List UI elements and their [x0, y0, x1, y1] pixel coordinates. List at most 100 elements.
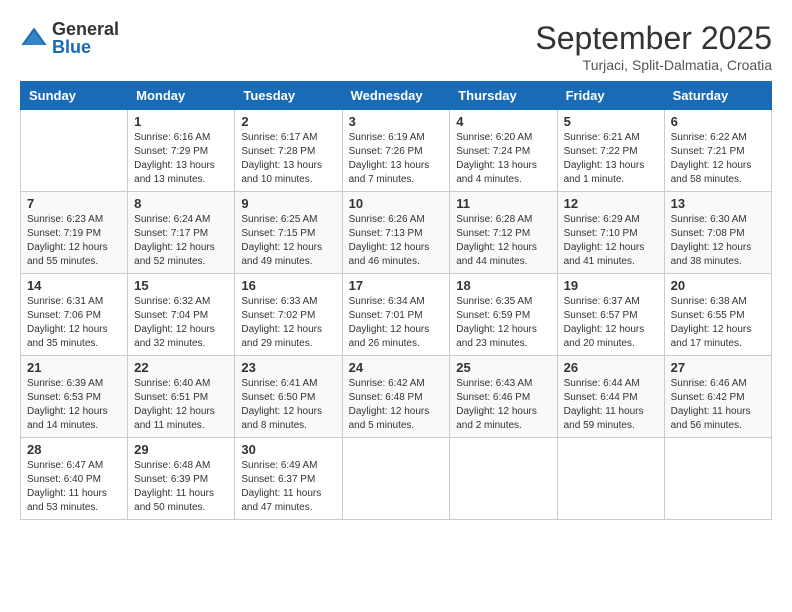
day-number: 26 [564, 360, 658, 375]
day-info: Sunrise: 6:41 AM Sunset: 6:50 PM Dayligh… [241, 377, 335, 433]
calendar-cell: 7 Sunrise: 6:23 AM Sunset: 7:19 PM Daylig… [21, 192, 128, 274]
logo-text-blue: Blue [52, 38, 119, 56]
day-info: Sunrise: 6:33 AM Sunset: 7:02 PM Dayligh… [241, 295, 335, 351]
calendar-cell: 1 Sunrise: 6:16 AM Sunset: 7:29 PM Daylig… [128, 110, 235, 192]
day-info: Sunrise: 6:29 AM Sunset: 7:10 PM Dayligh… [564, 213, 658, 269]
calendar-cell: 4Sunrise: 6:20 AM Sunset: 7:24 PM Daylig… [450, 110, 557, 192]
calendar-week-row: 14 Sunrise: 6:31 AM Sunset: 7:06 PM Dayli… [21, 274, 772, 356]
calendar-cell: 19 Sunrise: 6:37 AM Sunset: 6:57 PM Dayli… [557, 274, 664, 356]
day-number: 22 [134, 360, 228, 375]
day-number: 18 [456, 278, 550, 293]
calendar-week-row: 21Sunrise: 6:39 AM Sunset: 6:53 PM Dayli… [21, 356, 772, 438]
month-title: September 2025 [535, 20, 772, 57]
calendar-cell [342, 438, 450, 520]
day-number: 14 [27, 278, 121, 293]
header-day: Sunday [21, 82, 128, 110]
logo: General Blue [20, 20, 119, 56]
day-info: Sunrise: 6:44 AM Sunset: 6:44 PM Dayligh… [564, 377, 658, 433]
calendar-cell: 23 Sunrise: 6:41 AM Sunset: 6:50 PM Dayli… [235, 356, 342, 438]
day-number: 29 [134, 442, 228, 457]
calendar-cell: 21Sunrise: 6:39 AM Sunset: 6:53 PM Dayli… [21, 356, 128, 438]
calendar-cell: 8Sunrise: 6:24 AM Sunset: 7:17 PM Daylig… [128, 192, 235, 274]
day-number: 1 [134, 114, 228, 129]
day-info: Sunrise: 6:39 AM Sunset: 6:53 PM Dayligh… [27, 377, 121, 433]
calendar-cell: 12 Sunrise: 6:29 AM Sunset: 7:10 PM Dayli… [557, 192, 664, 274]
day-info: Sunrise: 6:28 AM Sunset: 7:12 PM Dayligh… [456, 213, 550, 269]
calendar-cell: 24Sunrise: 6:42 AM Sunset: 6:48 PM Dayli… [342, 356, 450, 438]
day-number: 7 [27, 196, 121, 211]
day-info: Sunrise: 6:48 AM Sunset: 6:39 PM Dayligh… [134, 459, 228, 515]
day-number: 10 [349, 196, 444, 211]
day-number: 16 [241, 278, 335, 293]
page-header: General Blue September 2025 Turjaci, Spl… [20, 20, 772, 73]
calendar-week-row: 7 Sunrise: 6:23 AM Sunset: 7:19 PM Daylig… [21, 192, 772, 274]
day-number: 5 [564, 114, 658, 129]
day-info: Sunrise: 6:16 AM Sunset: 7:29 PM Dayligh… [134, 131, 228, 187]
day-number: 15 [134, 278, 228, 293]
location: Turjaci, Split-Dalmatia, Croatia [535, 57, 772, 73]
day-info: Sunrise: 6:17 AM Sunset: 7:28 PM Dayligh… [241, 131, 335, 187]
day-number: 2 [241, 114, 335, 129]
header-day: Monday [128, 82, 235, 110]
calendar-cell: 20 Sunrise: 6:38 AM Sunset: 6:55 PM Dayli… [664, 274, 771, 356]
calendar-cell: 9 Sunrise: 6:25 AM Sunset: 7:15 PM Daylig… [235, 192, 342, 274]
calendar-cell: 3Sunrise: 6:19 AM Sunset: 7:26 PM Daylig… [342, 110, 450, 192]
day-info: Sunrise: 6:34 AM Sunset: 7:01 PM Dayligh… [349, 295, 444, 351]
calendar-week-row: 28 Sunrise: 6:47 AM Sunset: 6:40 PM Dayli… [21, 438, 772, 520]
header-row: SundayMondayTuesdayWednesdayThursdayFrid… [21, 82, 772, 110]
day-info: Sunrise: 6:25 AM Sunset: 7:15 PM Dayligh… [241, 213, 335, 269]
day-info: Sunrise: 6:49 AM Sunset: 6:37 PM Dayligh… [241, 459, 335, 515]
day-info: Sunrise: 6:38 AM Sunset: 6:55 PM Dayligh… [671, 295, 765, 351]
calendar-cell: 15 Sunrise: 6:32 AM Sunset: 7:04 PM Dayli… [128, 274, 235, 356]
calendar-cell: 10 Sunrise: 6:26 AM Sunset: 7:13 PM Dayli… [342, 192, 450, 274]
calendar: SundayMondayTuesdayWednesdayThursdayFrid… [20, 81, 772, 520]
day-number: 9 [241, 196, 335, 211]
day-info: Sunrise: 6:47 AM Sunset: 6:40 PM Dayligh… [27, 459, 121, 515]
day-info: Sunrise: 6:43 AM Sunset: 6:46 PM Dayligh… [456, 377, 550, 433]
day-info: Sunrise: 6:21 AM Sunset: 7:22 PM Dayligh… [564, 131, 658, 187]
day-number: 13 [671, 196, 765, 211]
day-number: 27 [671, 360, 765, 375]
calendar-cell: 26 Sunrise: 6:44 AM Sunset: 6:44 PM Dayli… [557, 356, 664, 438]
calendar-cell: 17 Sunrise: 6:34 AM Sunset: 7:01 PM Dayli… [342, 274, 450, 356]
calendar-cell: 14 Sunrise: 6:31 AM Sunset: 7:06 PM Dayli… [21, 274, 128, 356]
day-number: 19 [564, 278, 658, 293]
calendar-cell: 30 Sunrise: 6:49 AM Sunset: 6:37 PM Dayli… [235, 438, 342, 520]
day-number: 23 [241, 360, 335, 375]
day-info: Sunrise: 6:26 AM Sunset: 7:13 PM Dayligh… [349, 213, 444, 269]
header-day: Tuesday [235, 82, 342, 110]
day-number: 11 [456, 196, 550, 211]
calendar-cell [450, 438, 557, 520]
day-info: Sunrise: 6:46 AM Sunset: 6:42 PM Dayligh… [671, 377, 765, 433]
day-number: 24 [349, 360, 444, 375]
day-info: Sunrise: 6:40 AM Sunset: 6:51 PM Dayligh… [134, 377, 228, 433]
calendar-cell: 16 Sunrise: 6:33 AM Sunset: 7:02 PM Dayli… [235, 274, 342, 356]
day-number: 12 [564, 196, 658, 211]
calendar-cell: 27 Sunrise: 6:46 AM Sunset: 6:42 PM Dayli… [664, 356, 771, 438]
day-info: Sunrise: 6:23 AM Sunset: 7:19 PM Dayligh… [27, 213, 121, 269]
day-info: Sunrise: 6:22 AM Sunset: 7:21 PM Dayligh… [671, 131, 765, 187]
calendar-cell: 2 Sunrise: 6:17 AM Sunset: 7:28 PM Daylig… [235, 110, 342, 192]
calendar-cell: 11 Sunrise: 6:28 AM Sunset: 7:12 PM Dayli… [450, 192, 557, 274]
day-info: Sunrise: 6:35 AM Sunset: 6:59 PM Dayligh… [456, 295, 550, 351]
day-info: Sunrise: 6:37 AM Sunset: 6:57 PM Dayligh… [564, 295, 658, 351]
day-number: 20 [671, 278, 765, 293]
day-number: 30 [241, 442, 335, 457]
calendar-cell: 22 Sunrise: 6:40 AM Sunset: 6:51 PM Dayli… [128, 356, 235, 438]
day-info: Sunrise: 6:32 AM Sunset: 7:04 PM Dayligh… [134, 295, 228, 351]
day-number: 28 [27, 442, 121, 457]
day-number: 6 [671, 114, 765, 129]
header-day: Wednesday [342, 82, 450, 110]
logo-text-general: General [52, 20, 119, 38]
calendar-cell [664, 438, 771, 520]
header-day: Thursday [450, 82, 557, 110]
day-number: 25 [456, 360, 550, 375]
calendar-cell: 25 Sunrise: 6:43 AM Sunset: 6:46 PM Dayli… [450, 356, 557, 438]
day-info: Sunrise: 6:30 AM Sunset: 7:08 PM Dayligh… [671, 213, 765, 269]
calendar-cell: 13 Sunrise: 6:30 AM Sunset: 7:08 PM Dayli… [664, 192, 771, 274]
day-number: 17 [349, 278, 444, 293]
logo-icon [20, 24, 48, 52]
day-info: Sunrise: 6:20 AM Sunset: 7:24 PM Dayligh… [456, 131, 550, 187]
calendar-cell: 5 Sunrise: 6:21 AM Sunset: 7:22 PM Daylig… [557, 110, 664, 192]
day-info: Sunrise: 6:31 AM Sunset: 7:06 PM Dayligh… [27, 295, 121, 351]
